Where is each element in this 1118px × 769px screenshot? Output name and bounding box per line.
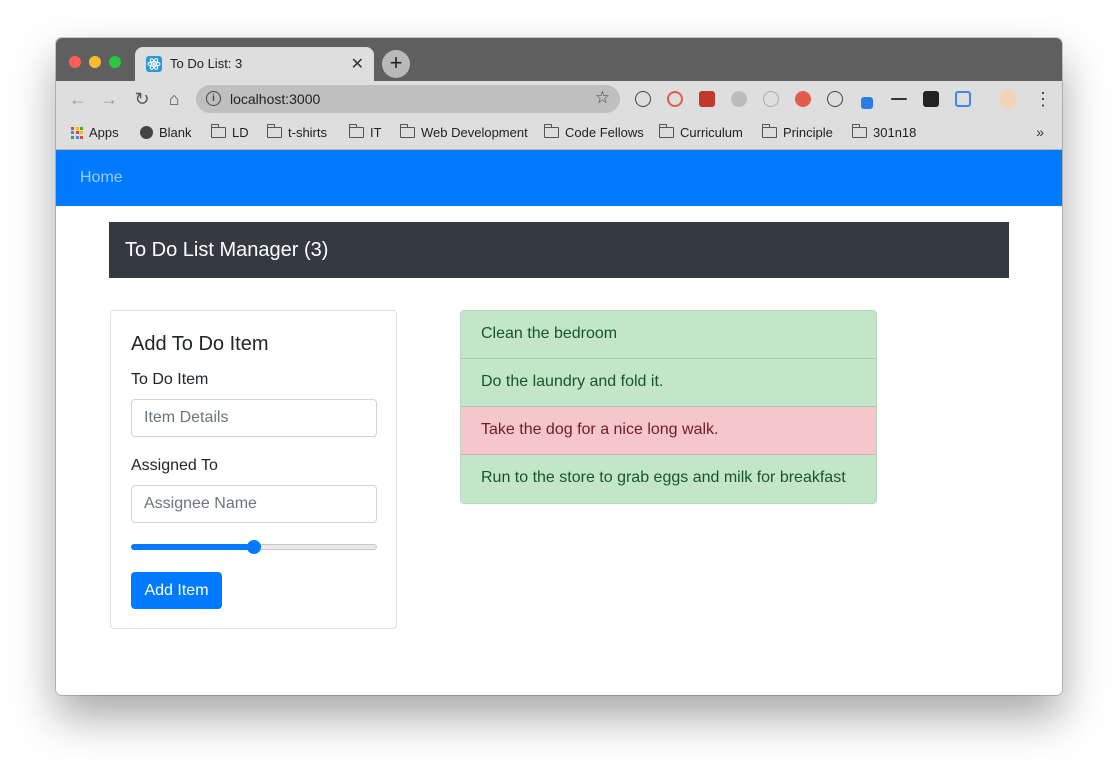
page-header: To Do List Manager (3) xyxy=(109,222,1009,278)
bookmark-label: Blank xyxy=(159,125,192,140)
url-text: localhost:3000 xyxy=(230,91,321,107)
bookmark-label: Apps xyxy=(89,125,119,140)
bookmark-t-shirts[interactable]: t-shirts xyxy=(266,124,327,140)
extension-icon[interactable] xyxy=(731,91,747,107)
folder-icon xyxy=(543,124,559,138)
nav-home-link[interactable]: Home xyxy=(80,169,123,187)
bookmark-label: LD xyxy=(232,125,249,140)
top-navbar: Home xyxy=(56,150,1062,206)
extension-icon[interactable] xyxy=(891,98,907,100)
extension-icon[interactable] xyxy=(795,91,811,107)
bookmark-blank[interactable]: Blank xyxy=(140,125,192,140)
bookmark-label: Web Development xyxy=(421,125,528,140)
page-title: To Do List Manager (3) xyxy=(125,239,329,261)
bookmark-label: t-shirts xyxy=(288,125,327,140)
extension-icon[interactable] xyxy=(699,91,715,107)
minimize-window-button[interactable] xyxy=(89,56,101,68)
item-details-input[interactable] xyxy=(131,399,377,437)
bookmark-ld[interactable]: LD xyxy=(210,124,249,140)
browser-tab[interactable]: To Do List: 3 ✕ xyxy=(135,47,374,81)
slider-thumb[interactable] xyxy=(247,540,261,554)
extension-icon[interactable] xyxy=(827,91,843,107)
todo-item[interactable]: Run to the store to grab eggs and milk f… xyxy=(461,455,876,503)
close-window-button[interactable] xyxy=(69,56,81,68)
todo-item[interactable]: Take the dog for a nice long walk. xyxy=(461,407,876,455)
assignee-name-input[interactable] xyxy=(131,485,377,523)
folder-icon xyxy=(348,124,364,138)
bookmark-code-fellows[interactable]: Code Fellows xyxy=(543,124,644,140)
add-todo-form: Add To Do Item To Do Item Assigned To Ad… xyxy=(110,310,397,629)
form-title: Add To Do Item xyxy=(131,333,269,355)
eyedropper-icon[interactable] xyxy=(861,97,873,109)
bookmark-principle[interactable]: Principle xyxy=(761,124,833,140)
bookmark-label: Code Fellows xyxy=(565,125,644,140)
assigned-to-label: Assigned To xyxy=(131,457,218,474)
browser-window: To Do List: 3 ✕ + ← → ↻ ⌂ i localhost:30… xyxy=(56,38,1062,695)
slider-fill xyxy=(131,544,254,550)
todo-item[interactable]: Clean the bedroom xyxy=(461,311,876,359)
folder-icon xyxy=(851,124,867,138)
more-bookmarks-icon[interactable]: » xyxy=(1036,124,1044,140)
extension-icon[interactable] xyxy=(667,91,683,107)
extension-icon[interactable] xyxy=(763,91,779,107)
todo-item-label: To Do Item xyxy=(131,371,209,388)
folder-icon xyxy=(761,124,777,138)
folder-icon xyxy=(399,124,415,138)
folder-icon xyxy=(210,124,226,138)
apps-grid-icon xyxy=(71,126,83,139)
maximize-window-button[interactable] xyxy=(109,56,121,68)
profile-avatar[interactable] xyxy=(999,90,1017,108)
bookmark-label: IT xyxy=(370,125,382,140)
react-icon xyxy=(146,56,162,72)
bookmark-label: Curriculum xyxy=(680,125,743,140)
difficulty-slider[interactable] xyxy=(131,540,377,554)
home-icon[interactable]: ⌂ xyxy=(162,87,186,111)
menu-icon[interactable]: ⋮ xyxy=(1034,89,1052,109)
address-bar[interactable]: i localhost:3000 ☆ xyxy=(196,85,620,113)
bookmarks-bar: Apps Blank LD t-shirts IT Web Developmen… xyxy=(56,118,1062,150)
reload-icon[interactable]: ↻ xyxy=(130,87,154,111)
close-tab-icon[interactable]: ✕ xyxy=(351,54,364,74)
bookmark-star-icon[interactable]: ☆ xyxy=(595,88,610,108)
extension-icon[interactable] xyxy=(635,91,651,107)
todo-list: Clean the bedroom Do the laundry and fol… xyxy=(460,310,877,504)
site-info-icon[interactable]: i xyxy=(206,91,221,106)
extension-icon[interactable] xyxy=(955,91,971,107)
browser-toolbar: ← → ↻ ⌂ i localhost:3000 ☆ ⋮ xyxy=(56,81,1062,118)
bookmark-301n18[interactable]: 301n18 xyxy=(851,124,917,140)
bookmark-label: Principle xyxy=(783,125,833,140)
todo-item[interactable]: Do the laundry and fold it. xyxy=(461,359,876,407)
back-icon[interactable]: ← xyxy=(66,87,90,111)
tab-strip: To Do List: 3 ✕ + xyxy=(56,38,1062,81)
folder-icon xyxy=(658,124,674,138)
tab-title: To Do List: 3 xyxy=(170,56,243,71)
bookmark-web-development[interactable]: Web Development xyxy=(399,124,528,140)
page-content: Home To Do List Manager (3) Add To Do It… xyxy=(56,150,1062,695)
bookmark-curriculum[interactable]: Curriculum xyxy=(658,124,743,140)
new-tab-button[interactable]: + xyxy=(382,50,410,78)
extension-icon[interactable] xyxy=(923,91,939,107)
bookmark-apps[interactable]: Apps xyxy=(71,125,119,140)
globe-icon xyxy=(140,126,153,139)
bookmark-it[interactable]: IT xyxy=(348,124,382,140)
bookmark-label: 301n18 xyxy=(873,125,917,140)
folder-icon xyxy=(266,124,282,138)
add-item-button[interactable]: Add Item xyxy=(131,572,222,609)
forward-icon[interactable]: → xyxy=(97,87,121,111)
